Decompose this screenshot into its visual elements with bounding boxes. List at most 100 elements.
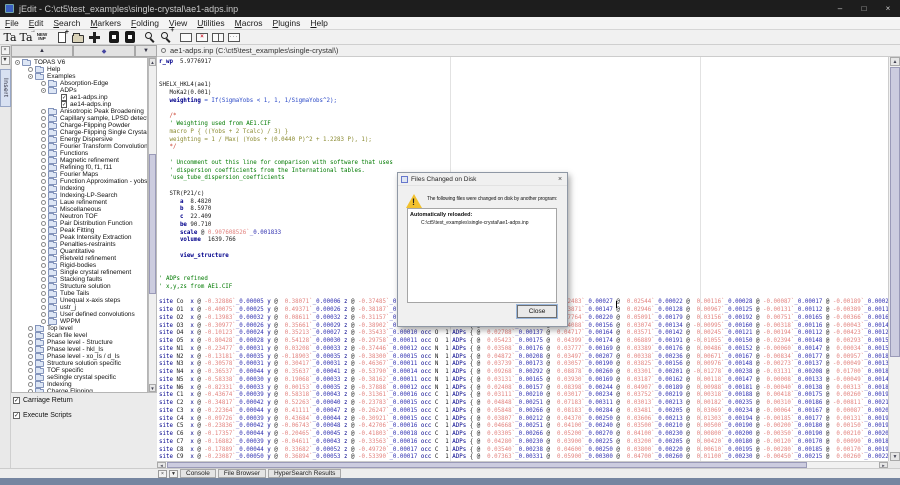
close-button[interactable]: ×: [876, 0, 900, 17]
tree-handle-icon[interactable]: [28, 375, 33, 380]
reload-icon[interactable]: [87, 30, 101, 44]
frame-options-icon[interactable]: ···: [227, 30, 241, 44]
tree-handle-icon[interactable]: [41, 130, 46, 135]
scroll-up-button[interactable]: ▲: [11, 45, 73, 57]
tree-handle-icon[interactable]: [41, 179, 46, 184]
tree-handle-icon[interactable]: [28, 74, 33, 79]
tree-handle-icon[interactable]: [28, 361, 33, 366]
tree-item-capillary-sample-lpsd-detector[interactable]: Capillary sample, LPSD detector: [12, 115, 147, 122]
split-frame-icon[interactable]: [211, 30, 225, 44]
tree-item-pair-distribution-function[interactable]: Pair Distribution Function: [12, 220, 147, 227]
tree-handle-icon[interactable]: [41, 123, 46, 128]
search-icon[interactable]: [143, 30, 157, 44]
tree-scroll-down-icon[interactable]: ▼: [149, 384, 156, 392]
dark-square-icon-2[interactable]: [123, 30, 137, 44]
tree-handle-icon[interactable]: [28, 354, 33, 359]
dock-tab-console[interactable]: Console: [180, 469, 216, 478]
tree-scroll-thumb[interactable]: [149, 154, 156, 294]
menu-markers[interactable]: Markers: [85, 18, 126, 28]
tree-item-energy-dispersive[interactable]: Energy Dispersive: [12, 136, 147, 143]
tree-handle-icon[interactable]: [41, 193, 46, 198]
tree-handle-icon[interactable]: [41, 137, 46, 142]
tree-item-indexing-lp-search[interactable]: Indexing-LP-Search: [12, 192, 147, 199]
tree-item-anisotropic-peak-broadening[interactable]: Anisotropic Peak Broadening: [12, 108, 147, 115]
checkbox-icon[interactable]: ✓: [13, 412, 20, 419]
menu-utilities[interactable]: Utilities: [192, 18, 229, 28]
ta-arrow-icon[interactable]: Ta→: [19, 30, 33, 44]
tree-handle-icon[interactable]: [41, 291, 46, 296]
tree-handle-icon[interactable]: [41, 158, 46, 163]
tree-item-stacking-faults[interactable]: Stacking faults: [12, 276, 147, 283]
tree-item-tube-tails[interactable]: Tube Tails: [12, 290, 147, 297]
tree-handle-icon[interactable]: [41, 186, 46, 191]
dark-square-icon-1[interactable]: [107, 30, 121, 44]
dock-tab-hypersearch-results[interactable]: HyperSearch Results: [268, 469, 341, 478]
menu-search[interactable]: Search: [48, 18, 85, 28]
tree-handle-icon[interactable]: [28, 67, 33, 72]
tree-item-peak-fitting[interactable]: Peak Fitting: [12, 227, 147, 234]
tree-handle-icon[interactable]: [41, 235, 46, 240]
close-frame-icon[interactable]: ×: [195, 30, 209, 44]
tree-item-laue-refinement[interactable]: Laue refinement: [12, 199, 147, 206]
bottom-dock-menu-icon[interactable]: ▼: [169, 470, 178, 478]
tree-handle-icon[interactable]: [41, 284, 46, 289]
tree-item-fourier-maps[interactable]: Fourier Maps: [12, 171, 147, 178]
menu-file[interactable]: File: [0, 18, 24, 28]
scroll-down-icon[interactable]: ▼: [890, 452, 900, 461]
ta-icon[interactable]: Ta: [3, 30, 17, 44]
tree-handle-icon[interactable]: [28, 340, 33, 345]
tree-item-topas-v6[interactable]: TOPAS V6: [12, 59, 147, 66]
select-node-button[interactable]: ◆: [73, 45, 135, 57]
tree-handle-icon[interactable]: [41, 165, 46, 170]
tree-item-indexing[interactable]: Indexing: [12, 381, 147, 388]
tree-item-charge-flipping-powder[interactable]: Charge-Flipping Powder: [12, 122, 147, 129]
tree-handle-icon[interactable]: [28, 389, 33, 393]
dialog-close-button[interactable]: Close: [517, 305, 557, 318]
dialog-close-icon[interactable]: ×: [553, 176, 567, 183]
tree-handle-icon[interactable]: [41, 263, 46, 268]
tree-item-function-approximation-yobs-eqn[interactable]: Function Approximation - yobs_eqn: [12, 178, 147, 185]
insert-dock-tab[interactable]: Insert: [0, 69, 11, 107]
tree-item-structure-solution-specific[interactable]: Structure solution specific: [12, 360, 147, 367]
new-file-icon[interactable]: +: [55, 30, 69, 44]
tree-handle-icon[interactable]: [41, 319, 46, 324]
dialog-title-bar[interactable]: Files Changed on Disk ×: [398, 173, 567, 186]
tree-item-absorption-edge[interactable]: Absorption-Edge: [12, 80, 147, 87]
scroll-down-button[interactable]: ▼: [135, 45, 157, 57]
tree-handle-icon[interactable]: [41, 298, 46, 303]
tree-handle-icon[interactable]: [41, 172, 46, 177]
open-folder-icon[interactable]: [71, 30, 85, 44]
tree-handle-icon[interactable]: [41, 305, 46, 310]
menu-folding[interactable]: Folding: [126, 18, 164, 28]
tree-handle-icon[interactable]: [41, 256, 46, 261]
tree-handle-icon[interactable]: [41, 151, 46, 156]
tree-handle-icon[interactable]: [41, 249, 46, 254]
tree-item-functions[interactable]: Functions: [12, 150, 147, 157]
tree-item-penalties-restraints[interactable]: Penalties-restraints: [12, 241, 147, 248]
tree-scrollbar[interactable]: ▲ ▼: [148, 57, 157, 393]
buffer-bar[interactable]: ae1-adps.inp (C:\ct5\test_examples\singl…: [157, 45, 900, 57]
menu-help[interactable]: Help: [305, 18, 332, 28]
menu-macros[interactable]: Macros: [230, 18, 268, 28]
tree-handle-icon[interactable]: [41, 214, 46, 219]
tree-handle-icon[interactable]: [41, 109, 46, 114]
topas-tree[interactable]: TOPAS V6HelpExamplesAbsorption-EdgeADPs✓…: [11, 57, 148, 393]
tree-item-magnetic-refinement[interactable]: Magnetic refinement: [12, 157, 147, 164]
tree-handle-icon[interactable]: [41, 116, 46, 121]
tree-item-peak-intensity-extraction[interactable]: Peak Intensity Extraction: [12, 234, 147, 241]
tree-item-user-defined-convolutions[interactable]: User defined convolutions: [12, 311, 147, 318]
tree-item-top-level[interactable]: Top level: [12, 325, 147, 332]
tree-item-structure-solution[interactable]: Structure solution: [12, 283, 147, 290]
tree-handle-icon[interactable]: [41, 312, 46, 317]
tree-handle-icon[interactable]: [41, 88, 46, 93]
tree-handle-icon[interactable]: [15, 60, 20, 65]
tree-item-wppm[interactable]: WPPM: [12, 318, 147, 325]
tree-item-indexing[interactable]: Indexing: [12, 185, 147, 192]
minimize-button[interactable]: –: [828, 0, 852, 17]
tree-item-phase-level-structure[interactable]: Phase level - Structure: [12, 339, 147, 346]
tree-item-quantitative[interactable]: Quantitative: [12, 248, 147, 255]
dock-tab-file-browser[interactable]: File Browser: [218, 469, 266, 478]
dock-close-icon[interactable]: ×: [1, 46, 10, 55]
tree-item-ae14-adps-inp[interactable]: ✓ae14-adps.inp: [12, 101, 147, 108]
tree-scroll-up-icon[interactable]: ▲: [149, 58, 156, 66]
